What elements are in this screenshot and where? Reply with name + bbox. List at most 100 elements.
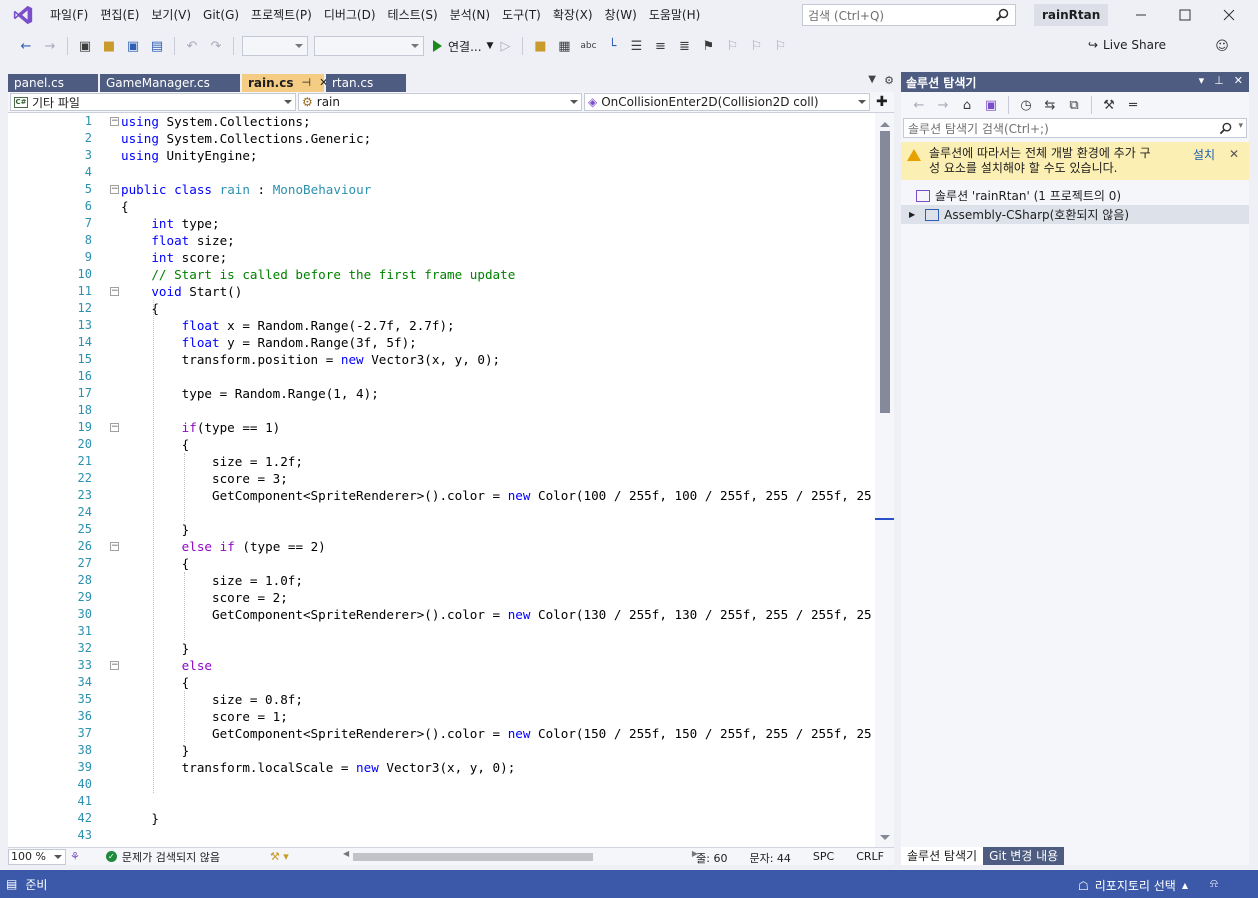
vertical-scrollbar[interactable] xyxy=(875,113,894,847)
code-line[interactable]: float size; xyxy=(121,232,234,249)
menu-analyze[interactable]: 분석(N) xyxy=(444,0,496,30)
whitespace-mode-status[interactable]: SPC xyxy=(813,850,834,866)
solution-search-input[interactable]: 솔루션 탐색기 검색(Ctrl+;) ▾ xyxy=(903,118,1247,138)
properties-wrench-icon[interactable]: ⚒ xyxy=(1099,95,1119,115)
gear-icon[interactable]: ⚙ xyxy=(884,74,894,87)
code-line[interactable]: else xyxy=(121,657,212,674)
menu-test[interactable]: 테스트(S) xyxy=(382,0,444,30)
code-line[interactable]: { xyxy=(121,555,190,572)
open-folder-icon[interactable]: ■ xyxy=(99,36,119,56)
global-search-input[interactable]: 검색 (Ctrl+Q) xyxy=(802,4,1016,26)
new-project-icon[interactable]: ▣ xyxy=(75,36,95,56)
menu-debug[interactable]: 디버그(D) xyxy=(318,0,382,30)
code-cleanup-icon[interactable]: ⚒ ▾ xyxy=(270,850,289,863)
dismiss-warning-icon[interactable]: ✕ xyxy=(1229,147,1239,162)
layout-icon[interactable]: ▦ xyxy=(554,36,574,56)
notifications-bell-icon[interactable]: ⍾ xyxy=(1210,876,1218,891)
collapse-all-icon[interactable]: ⧉ xyxy=(1064,95,1084,115)
tree-item-project[interactable]: ▶ Assembly-CSharp(호환되지 않음) xyxy=(901,205,1249,224)
code-line[interactable]: size = 1.0f; xyxy=(121,572,303,589)
code-line[interactable]: if(type == 1) xyxy=(121,419,281,436)
collapse-region-icon[interactable]: − xyxy=(110,423,119,432)
code-line[interactable]: float x = Random.Range(-2.7f, 2.7f); xyxy=(121,317,455,334)
redo-icon[interactable]: ↷ xyxy=(206,36,226,56)
code-line[interactable]: // Start is called before the first fram… xyxy=(121,266,515,283)
code-line[interactable]: public class rain : MonoBehaviour xyxy=(121,181,371,198)
code-line[interactable]: using System.Collections.Generic; xyxy=(121,130,371,147)
tree-item-solution[interactable]: 솔루션 'rainRtan' (1 프로젝트의 0) xyxy=(901,186,1249,205)
select-repository-button[interactable]: ☖ 리포지토리 선택 ▲ xyxy=(1078,877,1188,894)
save-all-icon[interactable]: ▤ xyxy=(147,36,167,56)
solution-config-select[interactable] xyxy=(242,36,308,56)
code-editor[interactable]: 1−2 3 4 5−6 7 8 9 10 11−12 13 14 15 16 17 18 19−20 21 22 2… xyxy=(8,113,894,847)
home-icon[interactable]: ⌂ xyxy=(957,95,977,115)
menu-help[interactable]: 도움말(H) xyxy=(643,0,707,30)
code-text-area[interactable]: using System.Collections; using System.Co… xyxy=(121,113,875,847)
bookmark-icon[interactable]: ⚑ xyxy=(698,36,718,56)
start-without-debug-icon[interactable]: ▷ xyxy=(495,36,515,56)
intellicode-icon[interactable]: ⚘ xyxy=(70,850,80,863)
menu-project[interactable]: 프로젝트(P) xyxy=(245,0,318,30)
code-line[interactable]: using System.Collections; xyxy=(121,113,311,130)
expand-arrow-icon[interactable]: ▶ xyxy=(909,210,915,219)
code-line[interactable]: { xyxy=(121,436,190,453)
code-line[interactable]: GetComponent<SpriteRenderer>().color = n… xyxy=(121,487,872,504)
menu-view[interactable]: 보기(V) xyxy=(145,0,197,30)
install-link[interactable]: 설치 xyxy=(1193,148,1215,163)
tab-panel-cs[interactable]: panel.cs xyxy=(8,74,98,92)
menu-edit[interactable]: 편집(E) xyxy=(94,0,145,30)
collapse-region-icon[interactable]: − xyxy=(110,287,119,296)
forward-icon[interactable]: → xyxy=(933,95,953,115)
code-line[interactable]: score = 2; xyxy=(121,589,288,606)
collapse-region-icon[interactable]: − xyxy=(110,117,119,126)
code-line[interactable]: GetComponent<SpriteRenderer>().color = n… xyxy=(121,725,872,742)
scroll-down-icon[interactable] xyxy=(880,835,890,845)
comment-icon[interactable]: ≡ xyxy=(650,36,670,56)
back-icon[interactable]: ← xyxy=(909,95,929,115)
solution-name-badge[interactable]: rainRtan xyxy=(1034,4,1109,26)
horizontal-scrollbar-thumb[interactable] xyxy=(353,853,593,861)
document-outline-icon[interactable]: ☰ xyxy=(626,36,646,56)
code-line[interactable]: { xyxy=(121,674,190,691)
zoom-select[interactable]: 100 % xyxy=(8,848,66,865)
scroll-left-icon[interactable]: ◀ xyxy=(343,849,349,858)
code-line[interactable]: int type; xyxy=(121,215,219,232)
preview-icon[interactable]: ═ xyxy=(1123,95,1143,115)
prev-bookmark-icon[interactable]: ⚐ xyxy=(722,36,742,56)
horizontal-scrollbar[interactable]: ◀ ▶ xyxy=(343,849,698,862)
collapse-region-icon[interactable]: − xyxy=(110,661,119,670)
undo-icon[interactable]: ↶ xyxy=(182,36,202,56)
switch-views-icon[interactable]: ▣ xyxy=(981,95,1001,115)
scroll-up-icon[interactable] xyxy=(880,117,890,127)
code-line[interactable]: type = Random.Range(1, 4); xyxy=(121,385,379,402)
member-select[interactable]: ◈ OnCollisionEnter2D(Collision2D coll) xyxy=(584,93,870,111)
clear-bookmarks-icon[interactable]: ⚐ xyxy=(770,36,790,56)
line-number-status[interactable]: 줄: 60 xyxy=(696,850,727,866)
project-select[interactable]: C# 기타 파일 xyxy=(10,93,296,111)
save-icon[interactable]: ▣ xyxy=(123,36,143,56)
code-line[interactable]: void Start() xyxy=(121,283,242,300)
menu-extensions[interactable]: 확장(X) xyxy=(547,0,599,30)
solution-platform-select[interactable] xyxy=(314,36,424,56)
class-select[interactable]: ⚙ rain xyxy=(298,93,582,111)
tab-git-changes[interactable]: Git 변경 내용 xyxy=(983,847,1065,865)
step-icon[interactable]: └ xyxy=(602,36,622,56)
code-line[interactable]: size = 1.2f; xyxy=(121,453,303,470)
split-window-icon[interactable]: ✚ xyxy=(876,94,888,110)
panel-options-icon[interactable]: ▾ xyxy=(1199,74,1205,87)
code-line[interactable]: } xyxy=(121,810,159,827)
browse-folder-icon[interactable]: ■ xyxy=(530,36,550,56)
code-line[interactable]: } xyxy=(121,521,190,538)
next-bookmark-icon[interactable]: ⚐ xyxy=(746,36,766,56)
collapse-region-icon[interactable]: − xyxy=(110,185,119,194)
menu-window[interactable]: 창(W) xyxy=(599,0,643,30)
navigate-forward-icon[interactable]: → xyxy=(40,36,60,56)
code-line[interactable]: { xyxy=(121,198,129,215)
live-share-button[interactable]: ↪ Live Share xyxy=(1088,38,1166,52)
tab-list-dropdown-icon[interactable]: ▼ xyxy=(868,74,876,85)
menu-git[interactable]: Git(G) xyxy=(197,0,245,30)
issues-indicator[interactable]: ✓ 문제가 검색되지 않음 xyxy=(105,849,220,865)
tab-solution-explorer[interactable]: 솔루션 탐색기 xyxy=(901,847,984,865)
pending-changes-icon[interactable]: ◷ xyxy=(1016,95,1036,115)
tab-rain-cs[interactable]: rain.cs ⊣ ✕ xyxy=(242,74,328,92)
